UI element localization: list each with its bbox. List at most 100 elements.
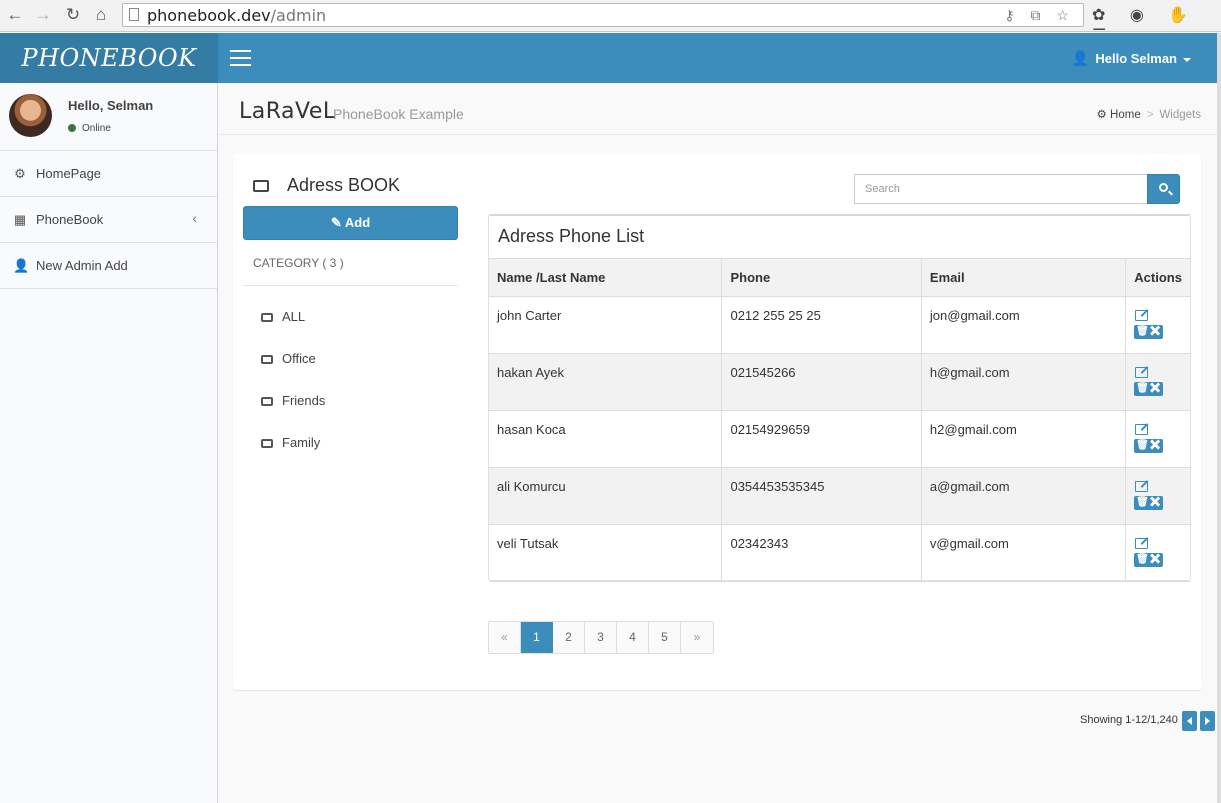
- delete-button[interactable]: 🗑✖: [1134, 325, 1164, 339]
- category-label: Office: [282, 351, 316, 366]
- back-icon[interactable]: ←: [4, 5, 26, 25]
- edit-icon[interactable]: [1135, 424, 1149, 435]
- home-icon[interactable]: ⌂: [90, 5, 112, 25]
- edit-icon[interactable]: [1135, 367, 1149, 378]
- cell-phone: 0354453535345: [721, 467, 922, 525]
- sidebar-item-label: PhoneBook: [36, 212, 104, 227]
- delete-button[interactable]: 🗑✖: [1134, 553, 1164, 567]
- user-icon: 👤: [1071, 50, 1090, 66]
- address-book-box: Adress BOOK ✎ Add CATEGORY ( 3 ) ALL Off…: [233, 154, 1201, 690]
- category-label: Family: [282, 435, 321, 450]
- sidebar-item-label: HomePage: [36, 166, 102, 181]
- table-row: hakan Ayek 021545266 h@gmail.com 🗑✖: [489, 353, 1190, 411]
- sidebar-item-new-admin[interactable]: 👤 New Admin Add: [0, 243, 217, 289]
- forward-icon[interactable]: →: [32, 5, 54, 25]
- online-dot-icon: [68, 124, 76, 132]
- cell-actions: 🗑✖: [1125, 296, 1190, 354]
- cell-name: veli Tutsak: [489, 524, 723, 582]
- pagination-page-1[interactable]: 1: [521, 622, 553, 653]
- cell-email: a@gmail.com: [921, 467, 1127, 525]
- edit-icon[interactable]: [1135, 310, 1149, 321]
- reload-icon[interactable]: ↻: [62, 5, 84, 25]
- pager-prev-button[interactable]: [1182, 711, 1197, 731]
- sidebar: Hello, Selman Online ⚙ HomePage ▦ PhoneB…: [0, 83, 218, 803]
- cell-email: h2@gmail.com: [921, 410, 1127, 468]
- edit-icon[interactable]: [1135, 481, 1149, 492]
- column-header-name[interactable]: Name /Last Name: [489, 258, 723, 297]
- dashboard-icon: ⚙: [1096, 109, 1111, 121]
- inbox-icon: [261, 313, 273, 322]
- dashboard-icon: ⚙: [14, 166, 26, 181]
- phone-table: Name /Last Name Phone Email Actions john…: [489, 258, 1190, 582]
- pagination-prev[interactable]: «: [489, 622, 521, 653]
- user-menu[interactable]: 👤 Hello Selman: [1072, 50, 1191, 67]
- cell-phone: 021545266: [721, 353, 922, 411]
- caret-down-icon: [1183, 57, 1191, 62]
- delete-button[interactable]: 🗑✖: [1134, 496, 1164, 510]
- user-name: Hello, Selman: [68, 98, 154, 113]
- add-button[interactable]: ✎ Add: [243, 206, 458, 240]
- pagination-page-2[interactable]: 2: [553, 622, 585, 653]
- category-item-office[interactable]: Office: [261, 351, 316, 366]
- inbox-icon: [253, 180, 269, 192]
- url-host: phonebook.dev: [147, 6, 271, 25]
- search-input[interactable]: Search: [854, 174, 1148, 204]
- app-logo[interactable]: PHONEBOOK: [0, 33, 218, 83]
- table-row: hasan Koca 02154929659 h2@gmail.com 🗑✖: [489, 410, 1190, 468]
- sidebar-item-homepage[interactable]: ⚙ HomePage: [0, 151, 217, 197]
- cell-phone: 02154929659: [721, 410, 922, 468]
- table-header-row: Name /Last Name Phone Email Actions: [489, 258, 1190, 297]
- url-text: phonebook.dev/admin: [147, 6, 326, 25]
- search-icon: [1159, 183, 1168, 192]
- category-item-all[interactable]: ALL: [261, 309, 305, 324]
- scrollbar[interactable]: [1217, 33, 1221, 803]
- cell-phone: 0212 255 25 25: [721, 296, 922, 354]
- pagination-page-4[interactable]: 4: [617, 622, 649, 653]
- search-button[interactable]: [1147, 174, 1180, 204]
- caret-left-icon: [1187, 717, 1192, 725]
- table-icon: ▦: [13, 212, 27, 227]
- cell-name: john Carter: [489, 296, 723, 354]
- delete-button[interactable]: 🗑✖: [1134, 382, 1164, 396]
- page-title: LaRaVeL: [239, 99, 336, 124]
- cell-name: hakan Ayek: [489, 353, 723, 411]
- avatar: [9, 94, 52, 137]
- edit-icon[interactable]: [1135, 538, 1149, 549]
- sidebar-item-label: New Admin Add: [36, 258, 128, 273]
- cell-email: h@gmail.com: [921, 353, 1127, 411]
- cell-email: v@gmail.com: [921, 524, 1127, 582]
- cell-actions: 🗑✖: [1125, 410, 1190, 468]
- cell-actions: 🗑✖: [1125, 467, 1190, 525]
- table-row: john Carter 0212 255 25 25 jon@gmail.com…: [489, 296, 1190, 354]
- browser-toolbar: ← → ↻ ⌂ phonebook.dev/admin ⚷ ⧉ ☆ ✿ ◉ ✋ …: [0, 0, 1221, 44]
- caret-right-icon: [1205, 717, 1210, 725]
- cell-actions: 🗑✖: [1125, 524, 1190, 582]
- pagination: « 1 2 3 4 5 »: [488, 621, 714, 654]
- sidebar-toggle-icon[interactable]: [230, 50, 251, 66]
- breadcrumb-home[interactable]: Home: [1110, 109, 1141, 121]
- inbox-icon: [261, 439, 273, 448]
- pagination-next[interactable]: »: [681, 622, 713, 653]
- breadcrumb-current: Widgets: [1159, 109, 1201, 121]
- category-item-friends[interactable]: Friends: [261, 393, 325, 408]
- pager-next-button[interactable]: [1200, 711, 1215, 731]
- delete-button[interactable]: 🗑✖: [1134, 439, 1164, 453]
- pagination-page-3[interactable]: 3: [585, 622, 617, 653]
- user-panel: Hello, Selman Online: [0, 83, 217, 151]
- page-icon: [129, 8, 139, 21]
- pagination-page-5[interactable]: 5: [649, 622, 681, 653]
- sidebar-item-phonebook[interactable]: ▦ PhoneBook ‹: [0, 197, 217, 243]
- address-bar[interactable]: phonebook.dev/admin ⚷ ⧉ ☆: [122, 3, 1084, 27]
- cell-actions: 🗑✖: [1125, 353, 1190, 411]
- column-header-email[interactable]: Email: [921, 258, 1127, 297]
- cell-phone: 02342343: [721, 524, 922, 582]
- inbox-icon: [261, 355, 273, 364]
- chevron-left-icon: ‹: [192, 210, 197, 226]
- table-row: ali Komurcu 0354453535345 a@gmail.com 🗑✖: [489, 467, 1190, 525]
- phone-list-title: Adress Phone List: [498, 226, 645, 246]
- category-item-family[interactable]: Family: [261, 435, 320, 450]
- column-header-phone[interactable]: Phone: [721, 258, 922, 297]
- category-label: Friends: [282, 393, 326, 408]
- bookmark-star-icon[interactable]: ⚷ ⧉ ☆: [1004, 7, 1075, 24]
- page-subtitle: PhoneBook Example: [333, 106, 464, 122]
